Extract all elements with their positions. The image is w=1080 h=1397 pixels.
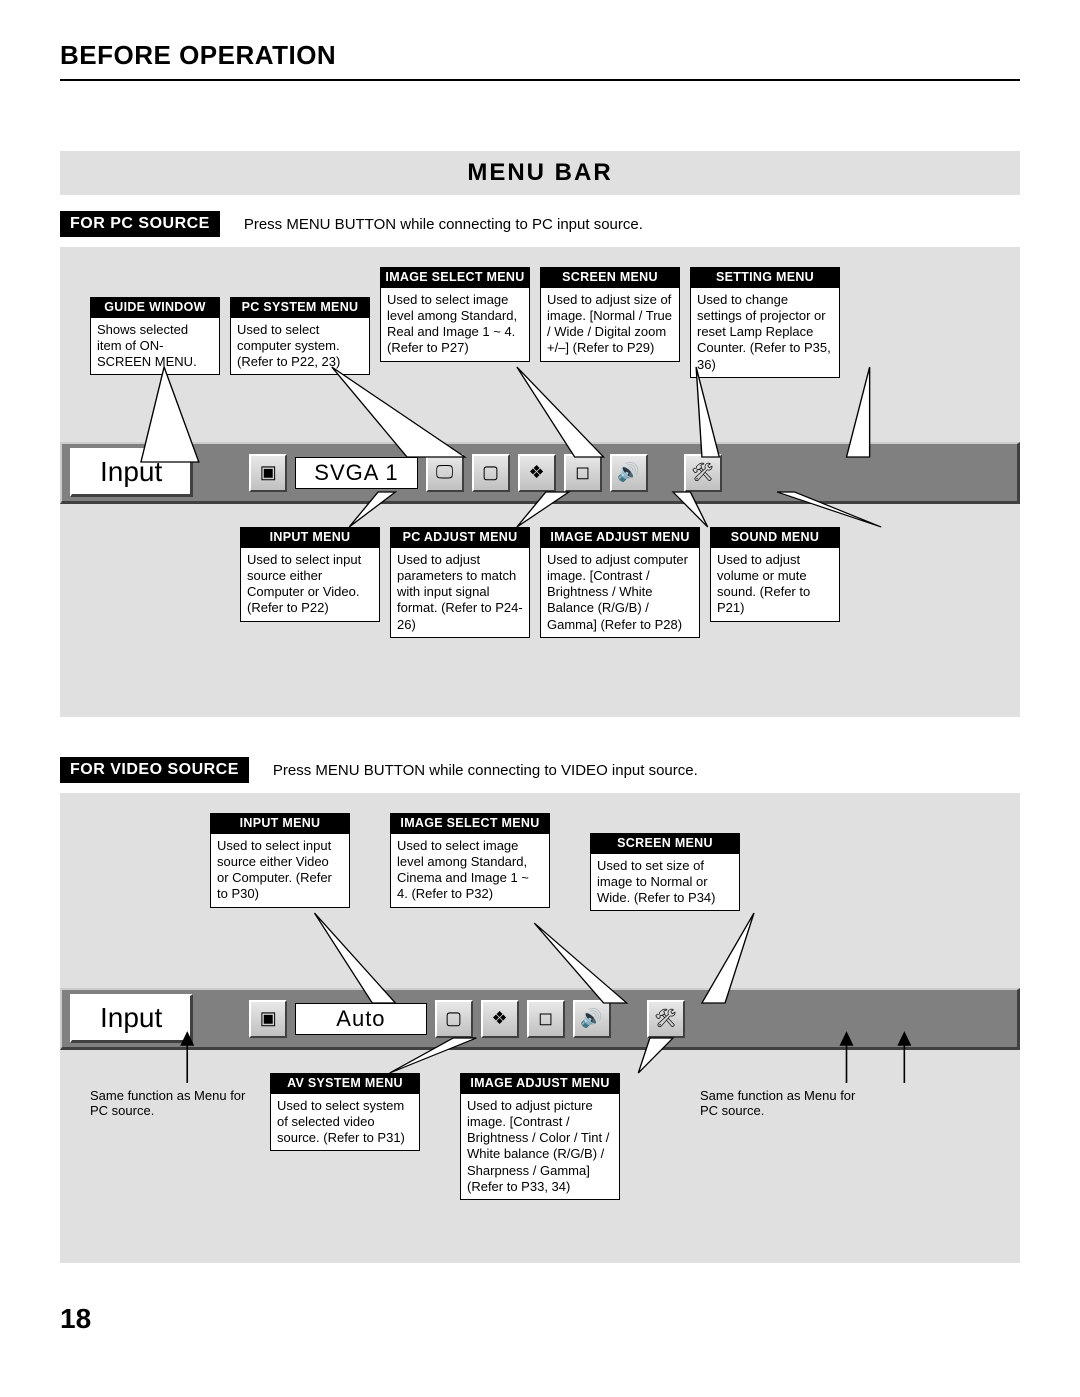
- callout-header: IMAGE ADJUST MENU: [461, 1074, 619, 1094]
- callout-header: SCREEN MENU: [591, 834, 739, 854]
- screen-menu-icon[interactable]: ◻: [564, 454, 602, 492]
- callout-header: INPUT MENU: [211, 814, 349, 834]
- system-mode-text[interactable]: SVGA 1: [295, 457, 417, 489]
- callout-body: Used to adjust parameters to match with …: [391, 548, 529, 637]
- callout-body: Used to adjust picture image. [Contrast …: [461, 1094, 619, 1200]
- callout-header: PC SYSTEM MENU: [231, 298, 369, 318]
- callout-body: Used to adjust computer image. [Contrast…: [541, 548, 699, 637]
- sound-menu-icon[interactable]: 🔊: [610, 454, 648, 492]
- page-number: 18: [60, 1303, 1020, 1335]
- callout-body: Shows selected item of ON-SCREEN MENU.: [91, 318, 219, 375]
- callout-body: Used to select input source either Video…: [211, 834, 349, 907]
- video-source-label: FOR VIDEO SOURCE: [60, 757, 249, 783]
- input-menu-icon[interactable]: ▣: [249, 454, 287, 492]
- callout-body: Used to set size of image to Normal or W…: [591, 854, 739, 911]
- pc-diagram: GUIDE WINDOW Shows selected item of ON-S…: [60, 247, 1020, 717]
- video-note-left: Same function as Menu for PC source.: [90, 1088, 250, 1118]
- pc-source-label: FOR PC SOURCE: [60, 211, 220, 237]
- callout-header: SETTING MENU: [691, 268, 839, 288]
- callout-header: AV SYSTEM MENU: [271, 1074, 419, 1094]
- section-banner: MENU BAR: [60, 151, 1020, 195]
- image-adjust-icon[interactable]: ❖: [518, 454, 556, 492]
- video-note-right: Same function as Menu for PC source.: [700, 1088, 860, 1118]
- callout-body: Used to select input source either Compu…: [241, 548, 379, 621]
- callout-body: Used to select system of selected video …: [271, 1094, 419, 1151]
- callout-body: Used to select image level among Standar…: [391, 834, 549, 907]
- image-adjust-icon[interactable]: ❖: [481, 1000, 519, 1038]
- menubar-guide-label: Input: [70, 448, 193, 497]
- screen-menu-icon[interactable]: ◻: [527, 1000, 565, 1038]
- image-select-icon[interactable]: ▢: [435, 1000, 473, 1038]
- menubar-guide-label: Input: [70, 994, 193, 1043]
- page-title: BEFORE OPERATION: [60, 40, 1020, 71]
- callout-body: Used to change settings of projector or …: [691, 288, 839, 377]
- callout-header: SOUND MENU: [711, 528, 839, 548]
- input-menu-icon[interactable]: ▣: [249, 1000, 287, 1038]
- callout-body: Used to select image level among Standar…: [381, 288, 529, 361]
- setting-menu-icon[interactable]: 🛠: [647, 1000, 685, 1038]
- callout-header: IMAGE SELECT MENU: [391, 814, 549, 834]
- callout-header: IMAGE ADJUST MENU: [541, 528, 699, 548]
- callout-body: Used to select computer system. (Refer t…: [231, 318, 369, 375]
- sound-menu-icon[interactable]: 🔊: [573, 1000, 611, 1038]
- callout-body: Used to adjust size of image. [Normal / …: [541, 288, 679, 361]
- callout-header: GUIDE WINDOW: [91, 298, 219, 318]
- header-rule: [60, 79, 1020, 81]
- callout-header: INPUT MENU: [241, 528, 379, 548]
- system-mode-text[interactable]: Auto: [295, 1003, 426, 1035]
- video-source-text: Press MENU BUTTON while connecting to VI…: [273, 762, 698, 779]
- pc-menubar: Input ▣ SVGA 1 🖵 ▢ ❖ ◻ 🔊 🛠: [60, 442, 1020, 504]
- pc-adjust-icon[interactable]: 🖵: [426, 454, 464, 492]
- callout-header: SCREEN MENU: [541, 268, 679, 288]
- callout-body: Used to adjust volume or mute sound. (Re…: [711, 548, 839, 621]
- callout-header: PC ADJUST MENU: [391, 528, 529, 548]
- pc-source-text: Press MENU BUTTON while connecting to PC…: [244, 216, 643, 233]
- video-menubar: Input ▣ Auto ▢ ❖ ◻ 🔊 🛠: [60, 988, 1020, 1050]
- video-diagram: INPUT MENU Used to select input source e…: [60, 793, 1020, 1263]
- callout-header: IMAGE SELECT MENU: [381, 268, 529, 288]
- setting-menu-icon[interactable]: 🛠: [684, 454, 722, 492]
- image-select-icon[interactable]: ▢: [472, 454, 510, 492]
